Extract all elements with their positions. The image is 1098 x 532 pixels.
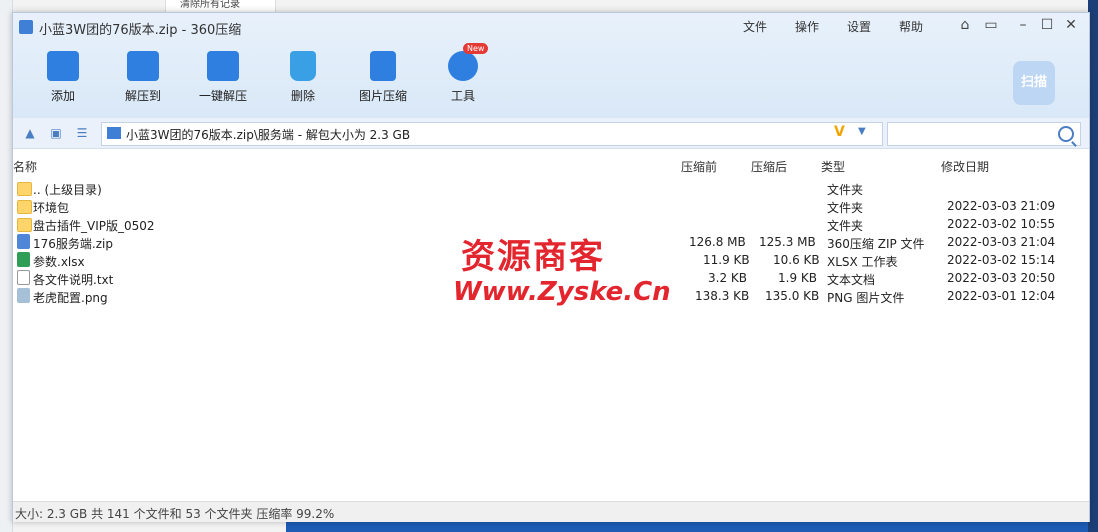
app-icon — [19, 20, 33, 34]
file-type: 360压缩 ZIP 文件 — [827, 237, 925, 251]
file-size-after: 125.3 MB — [759, 235, 816, 249]
add-label: 添加 — [50, 89, 75, 103]
new-badge: New — [463, 43, 489, 54]
list-view-icon[interactable]: ☰ — [75, 126, 89, 140]
archive-window: 小蓝3W团的76版本.zip - 360压缩 文件 操作 设置 帮助 ⌂ ▭ –… — [12, 12, 1090, 522]
one-click-extract-label: 一键解压 — [198, 89, 247, 103]
delete-label: 删除 — [290, 89, 315, 103]
file-type: 文件夹 — [827, 201, 864, 215]
file-name: 环境包 — [33, 201, 70, 215]
file-type: PNG 图片文件 — [827, 291, 905, 305]
file-modified: 2022-03-01 12:04 — [947, 289, 1056, 303]
file-modified: 2022-03-02 15:14 — [947, 253, 1056, 267]
table-row[interactable]: 环境包 文件夹 2022-03-03 21:09 — [13, 197, 1089, 215]
file-type: 文件夹 — [827, 183, 864, 197]
column-type[interactable]: 类型 — [821, 158, 845, 175]
maximize-button[interactable]: ☐ — [1039, 17, 1055, 33]
menu-file[interactable]: 文件 — [743, 18, 767, 35]
column-after[interactable]: 压缩后 — [751, 158, 787, 175]
menu-help[interactable]: 帮助 — [899, 18, 923, 35]
watermark-url: Www.Zyske.Cn — [453, 277, 671, 307]
file-size-after: 10.6 KB — [773, 253, 820, 267]
column-before[interactable]: 压缩前 — [681, 158, 717, 175]
status-text: 大小: 2.3 GB 共 141 个文件和 53 个文件夹 压缩率 99.2% — [15, 507, 335, 521]
file-name: 参数.xlsx — [33, 255, 85, 269]
window-title: 小蓝3W团的76版本.zip - 360压缩 — [39, 23, 242, 38]
folder-icon — [17, 200, 32, 214]
image-compress-label: 图片压缩 — [358, 89, 407, 103]
delete-button[interactable]: 删除 — [273, 51, 333, 104]
minimize-button[interactable]: – — [1015, 17, 1031, 33]
up-arrow-icon[interactable]: ▲ — [23, 126, 37, 140]
txt-file-icon — [17, 270, 30, 285]
thumbnail-view-icon[interactable]: ▣ — [49, 126, 63, 140]
file-name: 盘古插件_VIP版_0502 — [33, 219, 155, 233]
image-compress-button[interactable]: 图片压缩 — [353, 51, 413, 104]
tools-icon: New — [448, 43, 489, 81]
extract-to-icon — [127, 51, 159, 81]
image-compress-icon — [370, 51, 396, 81]
file-size-before: 11.9 KB — [703, 253, 750, 267]
tools-button[interactable]: New 工具 — [433, 43, 493, 104]
zip-file-icon — [17, 234, 30, 249]
file-name: 老虎配置.png — [33, 291, 108, 305]
recycle-bin-icon — [290, 51, 316, 81]
file-type: XLSX 工作表 — [827, 255, 898, 269]
file-type: 文件夹 — [827, 219, 864, 233]
table-row[interactable]: .. (上级目录) 文件夹 — [13, 179, 1089, 197]
file-name: .. (上级目录) — [33, 183, 102, 197]
file-name: 各文件说明.txt — [33, 273, 114, 287]
add-button[interactable]: 添加 — [33, 51, 93, 104]
file-size-before: 138.3 KB — [695, 289, 750, 303]
file-name: 176服务端.zip — [33, 237, 113, 251]
file-modified: 2022-03-03 21:04 — [947, 235, 1056, 249]
address-row: ▲ ▣ ☰ 小蓝3W团的76版本.zip\服务端 - 解包大小为 2.3 GB … — [13, 118, 1089, 149]
column-modified[interactable]: 修改日期 — [941, 158, 989, 175]
search-input[interactable] — [887, 122, 1081, 146]
folder-icon — [17, 218, 32, 232]
tools-label: 工具 — [450, 89, 475, 103]
file-size-after: 135.0 KB — [765, 289, 820, 303]
file-size-before: 126.8 MB — [689, 235, 746, 249]
archive-icon — [107, 127, 121, 139]
skin-icon[interactable]: ⌂ — [957, 17, 973, 33]
watermark-title: 资源商客 — [461, 237, 605, 277]
column-name[interactable]: 名称 — [13, 158, 37, 175]
title-bar: 小蓝3W团的76版本.zip - 360压缩 文件 操作 设置 帮助 ⌂ ▭ –… — [13, 13, 1089, 118]
one-click-extract-button[interactable]: 一键解压 — [193, 51, 253, 104]
extract-to-label: 解压到 — [124, 89, 161, 103]
folder-icon — [17, 182, 32, 196]
file-size-before: 3.2 KB — [708, 271, 747, 285]
extract-to-button[interactable]: 解压到 — [113, 51, 173, 104]
close-button[interactable]: ✕ — [1063, 17, 1079, 33]
menu-operate[interactable]: 操作 — [795, 18, 819, 35]
status-bar: 大小: 2.3 GB 共 141 个文件和 53 个文件夹 压缩率 99.2% — [13, 501, 1089, 522]
file-modified: 2022-03-03 20:50 — [947, 271, 1056, 285]
chevron-down-icon[interactable]: ▼ — [858, 126, 866, 137]
png-file-icon — [17, 288, 30, 303]
search-icon[interactable] — [1058, 126, 1074, 142]
one-click-extract-icon — [207, 51, 239, 81]
column-header: 名称 压缩前 压缩后 类型 修改日期 — [13, 153, 1089, 177]
file-type: 文本文档 — [827, 273, 876, 287]
file-modified: 2022-03-03 21:09 — [947, 199, 1056, 213]
feedback-icon[interactable]: ▭ — [983, 17, 999, 33]
file-size-after: 1.9 KB — [778, 271, 817, 285]
add-icon — [47, 51, 79, 81]
menu-settings[interactable]: 设置 — [847, 18, 871, 35]
scan-button[interactable]: 扫描 — [1013, 61, 1055, 105]
file-modified: 2022-03-02 10:55 — [947, 217, 1056, 231]
address-bar[interactable]: 小蓝3W团的76版本.zip\服务端 - 解包大小为 2.3 GB V ▼ — [101, 122, 883, 146]
xlsx-file-icon — [17, 252, 30, 267]
v-logo-icon[interactable]: V — [834, 124, 845, 140]
address-path: 小蓝3W团的76版本.zip\服务端 - 解包大小为 2.3 GB — [126, 128, 411, 142]
